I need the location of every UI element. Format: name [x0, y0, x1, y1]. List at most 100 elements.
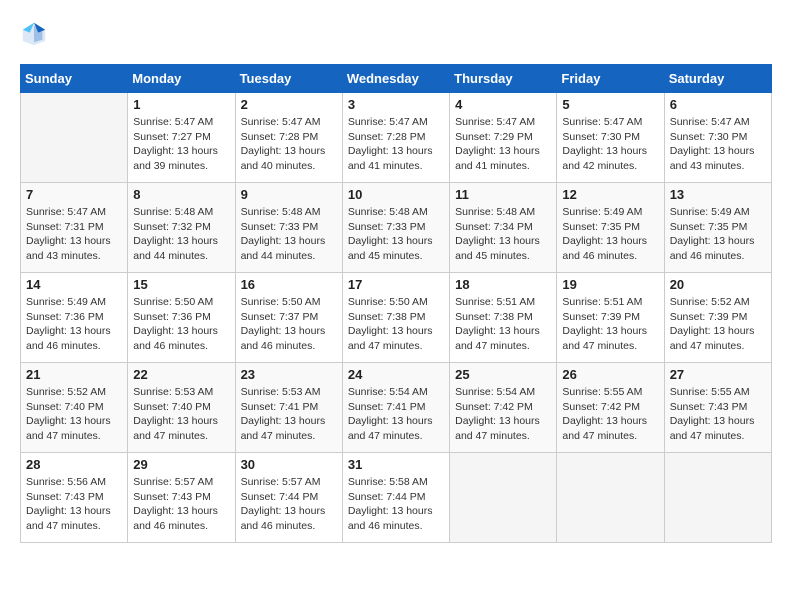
- cell-info: Sunrise: 5:47 AMSunset: 7:28 PMDaylight:…: [348, 115, 444, 174]
- cell-info: Sunrise: 5:48 AMSunset: 7:33 PMDaylight:…: [348, 205, 444, 264]
- calendar-cell: 21Sunrise: 5:52 AMSunset: 7:40 PMDayligh…: [21, 363, 128, 453]
- calendar-cell: 9 Sunrise: 5:48 AMSunset: 7:33 PMDaylight…: [235, 183, 342, 273]
- calendar-cell: 17 Sunrise: 5:50 AMSunset: 7:38 PMDayligh…: [342, 273, 449, 363]
- weekday-header: Saturday: [664, 65, 771, 93]
- calendar-cell: 10 Sunrise: 5:48 AMSunset: 7:33 PMDayligh…: [342, 183, 449, 273]
- cell-info: Sunrise: 5:58 AMSunset: 7:44 PMDaylight:…: [348, 475, 444, 534]
- cell-info: Sunrise: 5:49 AMSunset: 7:35 PMDaylight:…: [670, 205, 766, 264]
- day-number: 2: [241, 97, 337, 112]
- cell-info: Sunrise: 5:52 AMSunset: 7:40 PMDaylight:…: [26, 385, 122, 444]
- day-number: 8: [133, 187, 229, 202]
- calendar-cell: 5Sunrise: 5:47 AMSunset: 7:30 PMDaylight…: [557, 93, 664, 183]
- calendar-cell: [664, 453, 771, 543]
- calendar-cell: 22 Sunrise: 5:53 AMSunset: 7:40 PMDayligh…: [128, 363, 235, 453]
- day-number: 15: [133, 277, 229, 292]
- calendar-cell: [21, 93, 128, 183]
- cell-info: Sunrise: 5:49 AMSunset: 7:35 PMDaylight:…: [562, 205, 658, 264]
- cell-info: Sunrise: 5:49 AMSunset: 7:36 PMDaylight:…: [26, 295, 122, 354]
- day-number: 19: [562, 277, 658, 292]
- calendar-table: SundayMondayTuesdayWednesdayThursdayFrid…: [20, 64, 772, 543]
- day-number: 24: [348, 367, 444, 382]
- calendar-cell: 27 Sunrise: 5:55 AMSunset: 7:43 PMDayligh…: [664, 363, 771, 453]
- cell-info: Sunrise: 5:52 AMSunset: 7:39 PMDaylight:…: [670, 295, 766, 354]
- cell-info: Sunrise: 5:53 AMSunset: 7:40 PMDaylight:…: [133, 385, 229, 444]
- calendar-cell: 25Sunrise: 5:54 AMSunset: 7:42 PMDayligh…: [450, 363, 557, 453]
- calendar-cell: 18Sunrise: 5:51 AMSunset: 7:38 PMDayligh…: [450, 273, 557, 363]
- cell-info: Sunrise: 5:55 AMSunset: 7:42 PMDaylight:…: [562, 385, 658, 444]
- day-number: 23: [241, 367, 337, 382]
- logo: [20, 20, 52, 48]
- weekday-header: Monday: [128, 65, 235, 93]
- cell-info: Sunrise: 5:51 AMSunset: 7:39 PMDaylight:…: [562, 295, 658, 354]
- weekday-header: Tuesday: [235, 65, 342, 93]
- cell-info: Sunrise: 5:48 AMSunset: 7:32 PMDaylight:…: [133, 205, 229, 264]
- day-number: 5: [562, 97, 658, 112]
- day-number: 4: [455, 97, 551, 112]
- calendar-week-row: 21Sunrise: 5:52 AMSunset: 7:40 PMDayligh…: [21, 363, 772, 453]
- day-number: 22: [133, 367, 229, 382]
- day-number: 18: [455, 277, 551, 292]
- day-number: 9: [241, 187, 337, 202]
- day-number: 3: [348, 97, 444, 112]
- day-number: 29: [133, 457, 229, 472]
- day-number: 28: [26, 457, 122, 472]
- weekday-header: Sunday: [21, 65, 128, 93]
- calendar-cell: 8 Sunrise: 5:48 AMSunset: 7:32 PMDaylight…: [128, 183, 235, 273]
- day-number: 30: [241, 457, 337, 472]
- day-number: 25: [455, 367, 551, 382]
- calendar-cell: [450, 453, 557, 543]
- cell-info: Sunrise: 5:47 AMSunset: 7:29 PMDaylight:…: [455, 115, 551, 174]
- day-number: 13: [670, 187, 766, 202]
- day-number: 20: [670, 277, 766, 292]
- cell-info: Sunrise: 5:55 AMSunset: 7:43 PMDaylight:…: [670, 385, 766, 444]
- calendar-cell: 16Sunrise: 5:50 AMSunset: 7:37 PMDayligh…: [235, 273, 342, 363]
- day-number: 14: [26, 277, 122, 292]
- logo-icon: [20, 20, 48, 48]
- cell-info: Sunrise: 5:53 AMSunset: 7:41 PMDaylight:…: [241, 385, 337, 444]
- calendar-cell: 20 Sunrise: 5:52 AMSunset: 7:39 PMDayligh…: [664, 273, 771, 363]
- day-number: 1: [133, 97, 229, 112]
- weekday-header: Wednesday: [342, 65, 449, 93]
- calendar-cell: 28 Sunrise: 5:56 AMSunset: 7:43 PMDayligh…: [21, 453, 128, 543]
- calendar-week-row: 14 Sunrise: 5:49 AMSunset: 7:36 PMDayligh…: [21, 273, 772, 363]
- calendar-week-row: 7 Sunrise: 5:47 AMSunset: 7:31 PMDaylight…: [21, 183, 772, 273]
- calendar-cell: 7 Sunrise: 5:47 AMSunset: 7:31 PMDaylight…: [21, 183, 128, 273]
- cell-info: Sunrise: 5:47 AMSunset: 7:27 PMDaylight:…: [133, 115, 229, 174]
- calendar-cell: 1 Sunrise: 5:47 AMSunset: 7:27 PMDaylight…: [128, 93, 235, 183]
- calendar-cell: 11 Sunrise: 5:48 AMSunset: 7:34 PMDayligh…: [450, 183, 557, 273]
- calendar-cell: 6 Sunrise: 5:47 AMSunset: 7:30 PMDaylight…: [664, 93, 771, 183]
- calendar-cell: 15Sunrise: 5:50 AMSunset: 7:36 PMDayligh…: [128, 273, 235, 363]
- calendar-cell: 26Sunrise: 5:55 AMSunset: 7:42 PMDayligh…: [557, 363, 664, 453]
- day-number: 17: [348, 277, 444, 292]
- day-number: 7: [26, 187, 122, 202]
- calendar-cell: 19 Sunrise: 5:51 AMSunset: 7:39 PMDayligh…: [557, 273, 664, 363]
- day-number: 31: [348, 457, 444, 472]
- calendar-cell: 29Sunrise: 5:57 AMSunset: 7:43 PMDayligh…: [128, 453, 235, 543]
- calendar-cell: 24 Sunrise: 5:54 AMSunset: 7:41 PMDayligh…: [342, 363, 449, 453]
- day-number: 6: [670, 97, 766, 112]
- weekday-header: Thursday: [450, 65, 557, 93]
- calendar-cell: 3 Sunrise: 5:47 AMSunset: 7:28 PMDaylight…: [342, 93, 449, 183]
- cell-info: Sunrise: 5:48 AMSunset: 7:33 PMDaylight:…: [241, 205, 337, 264]
- day-number: 16: [241, 277, 337, 292]
- cell-info: Sunrise: 5:47 AMSunset: 7:30 PMDaylight:…: [670, 115, 766, 174]
- cell-info: Sunrise: 5:47 AMSunset: 7:28 PMDaylight:…: [241, 115, 337, 174]
- calendar-cell: 23 Sunrise: 5:53 AMSunset: 7:41 PMDayligh…: [235, 363, 342, 453]
- calendar-week-row: 1 Sunrise: 5:47 AMSunset: 7:27 PMDaylight…: [21, 93, 772, 183]
- cell-info: Sunrise: 5:47 AMSunset: 7:31 PMDaylight:…: [26, 205, 122, 264]
- day-number: 10: [348, 187, 444, 202]
- cell-info: Sunrise: 5:54 AMSunset: 7:41 PMDaylight:…: [348, 385, 444, 444]
- calendar-cell: 12 Sunrise: 5:49 AMSunset: 7:35 PMDayligh…: [557, 183, 664, 273]
- weekday-header-row: SundayMondayTuesdayWednesdayThursdayFrid…: [21, 65, 772, 93]
- calendar-week-row: 28 Sunrise: 5:56 AMSunset: 7:43 PMDayligh…: [21, 453, 772, 543]
- cell-info: Sunrise: 5:56 AMSunset: 7:43 PMDaylight:…: [26, 475, 122, 534]
- cell-info: Sunrise: 5:48 AMSunset: 7:34 PMDaylight:…: [455, 205, 551, 264]
- weekday-header: Friday: [557, 65, 664, 93]
- cell-info: Sunrise: 5:50 AMSunset: 7:38 PMDaylight:…: [348, 295, 444, 354]
- day-number: 12: [562, 187, 658, 202]
- calendar-cell: 13 Sunrise: 5:49 AMSunset: 7:35 PMDayligh…: [664, 183, 771, 273]
- day-number: 11: [455, 187, 551, 202]
- day-number: 27: [670, 367, 766, 382]
- calendar-cell: 31 Sunrise: 5:58 AMSunset: 7:44 PMDayligh…: [342, 453, 449, 543]
- calendar-cell: [557, 453, 664, 543]
